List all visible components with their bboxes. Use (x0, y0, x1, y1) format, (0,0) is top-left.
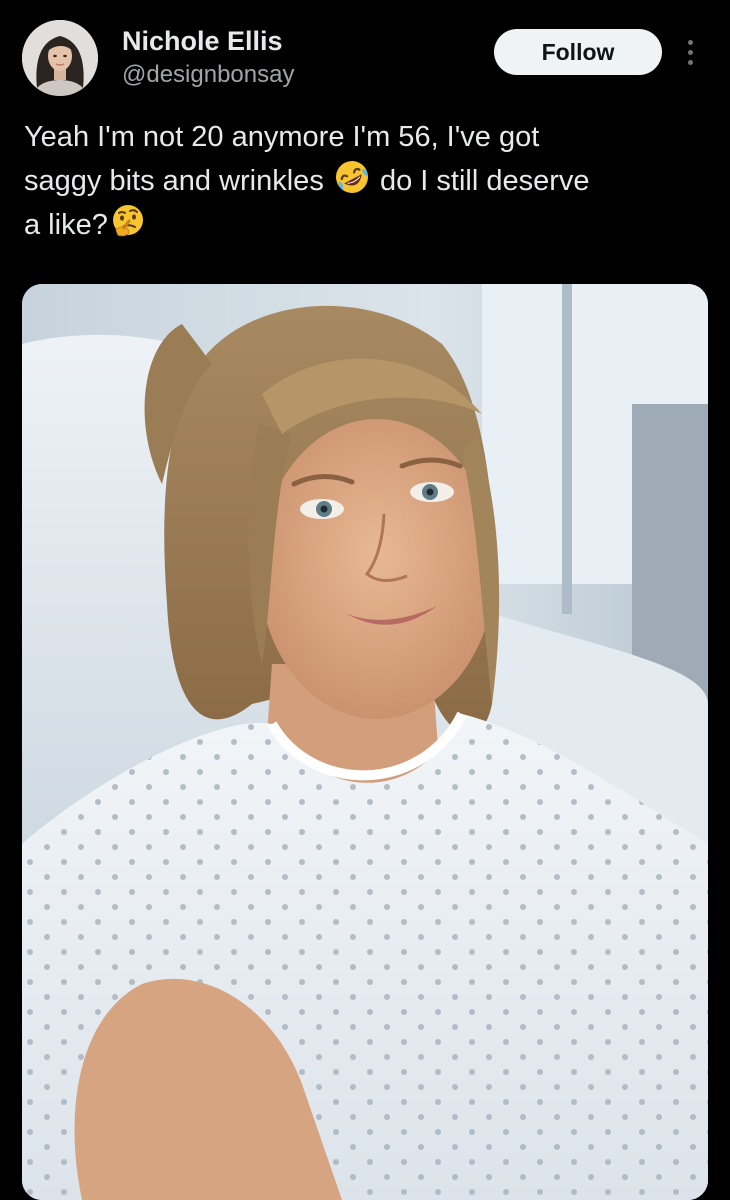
more-dot (687, 59, 693, 65)
follow-button[interactable]: Follow (494, 29, 662, 75)
post-text-line: Yeah I'm not 20 anymore I'm 56, I've got (24, 121, 540, 153)
post-text-segment: do I still deserve (379, 165, 590, 197)
post-text-segment: saggy bits and wrinkles (24, 165, 324, 197)
more-dot (687, 39, 693, 45)
post-card: Nichole Ellis @designbonsay Follow Yeah … (0, 0, 730, 1200)
thinking-face-icon (110, 203, 146, 239)
post-header: Nichole Ellis @designbonsay Follow (0, 0, 730, 110)
more-dot (687, 49, 693, 55)
avatar[interactable] (22, 20, 98, 96)
post-text: Yeah I'm not 20 anymore I'm 56, I've got… (24, 116, 714, 247)
post-text-segment: a like? (24, 209, 108, 241)
display-name[interactable]: Nichole Ellis (122, 26, 283, 57)
user-handle[interactable]: @designbonsay (122, 61, 294, 89)
rolling-on-floor-laughing-icon (334, 159, 370, 195)
more-options-icon[interactable] (676, 32, 704, 72)
post-text-line: saggy bits and wrinkles do I still deser… (24, 159, 714, 203)
post-photo[interactable] (22, 284, 708, 1200)
post-text-line: a like? (24, 203, 714, 247)
